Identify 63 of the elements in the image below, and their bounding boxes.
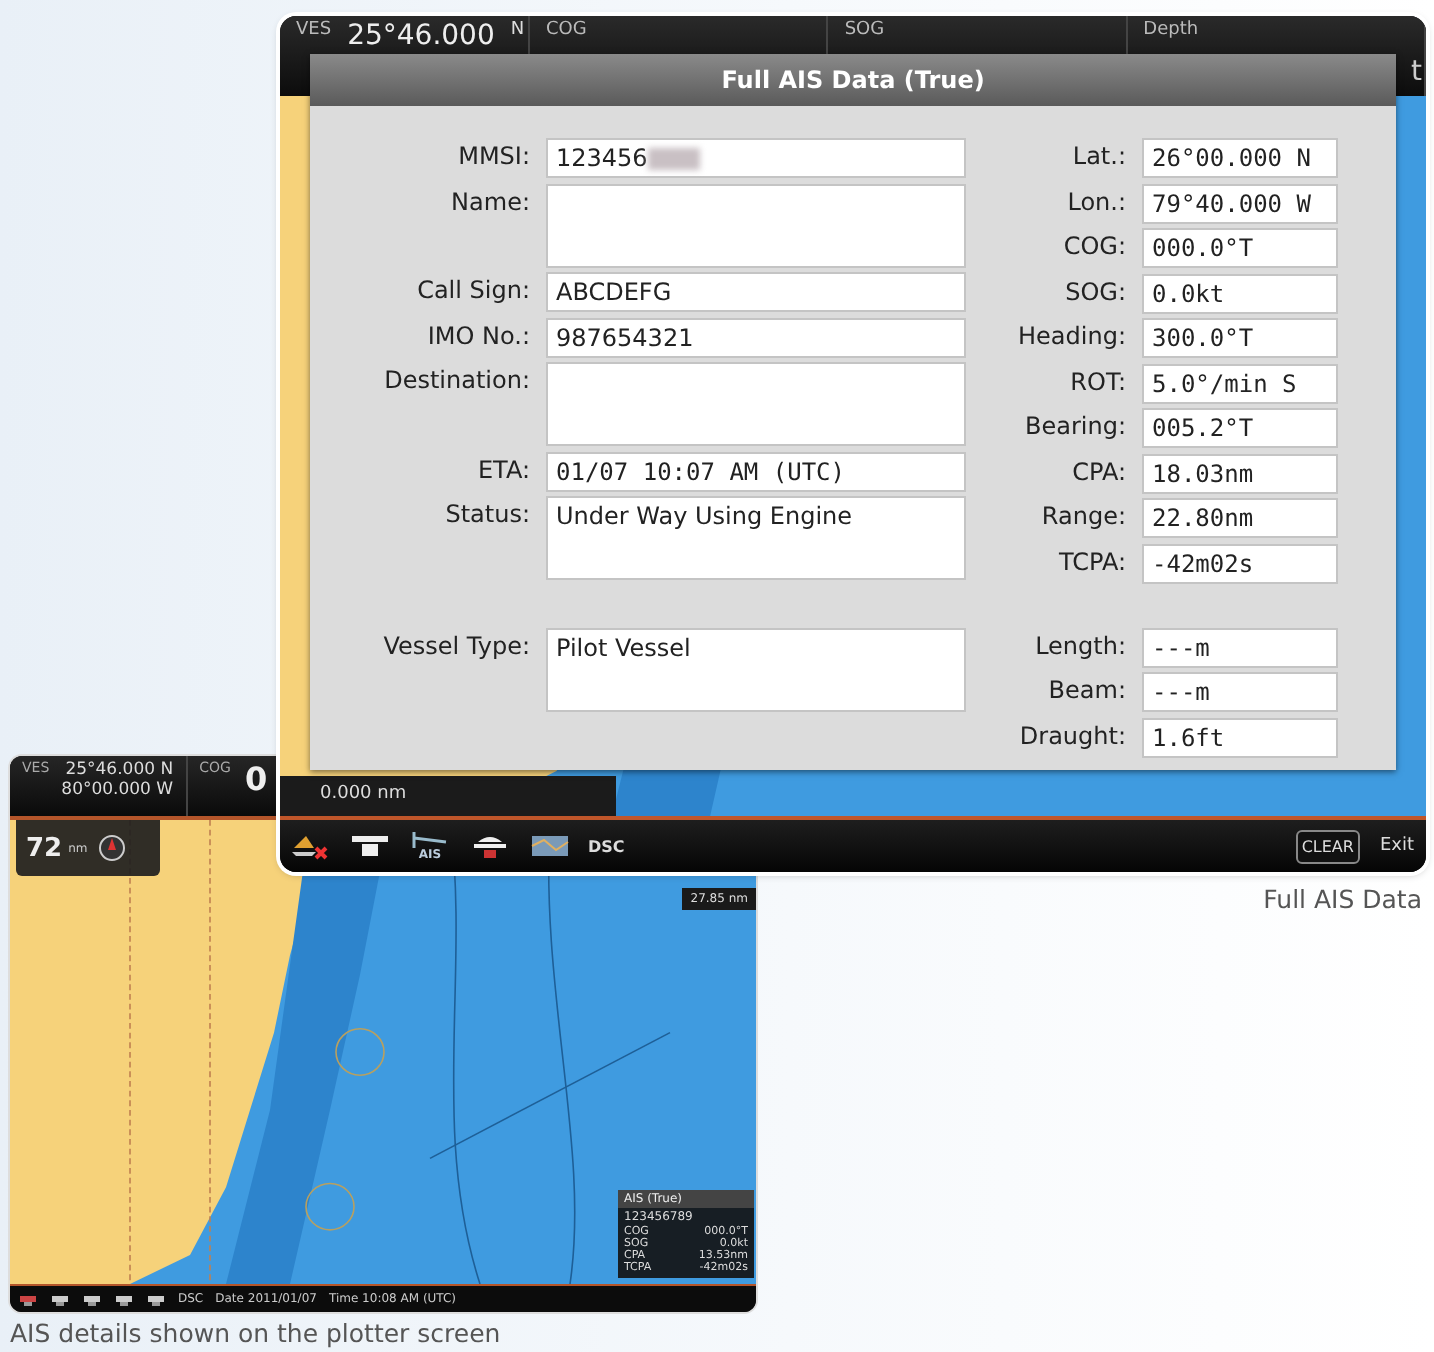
field-label: Lon.: xyxy=(1065,185,1126,219)
cut-off-text: t xyxy=(1411,56,1422,88)
field-label: ETA: xyxy=(475,453,530,487)
masked-digits xyxy=(647,148,700,170)
field-value: 987654321 xyxy=(546,317,966,357)
field-label: Range: xyxy=(1039,500,1126,534)
field-label: Bearing: xyxy=(1022,410,1126,444)
field-value: ---m xyxy=(1142,672,1338,712)
field-label: Destination: xyxy=(382,364,530,398)
field-label: Beam: xyxy=(1046,674,1126,708)
field-label: Status: xyxy=(443,498,530,532)
field-value: 22.80nm xyxy=(1142,498,1338,538)
exit-button[interactable]: Exit xyxy=(1375,836,1418,856)
field-label: SOG: xyxy=(1063,275,1126,309)
cog-value: 0 xyxy=(244,760,268,802)
data-label: VES xyxy=(296,20,332,40)
dsc-button[interactable]: DSC xyxy=(588,837,625,855)
data-label: Depth xyxy=(1143,20,1199,40)
compass-icon xyxy=(97,834,126,862)
figure-caption: AIS details shown on the plotter screen xyxy=(10,1318,501,1348)
longitude-value: 80°00.000 W xyxy=(61,780,174,800)
field-label: Lat.: xyxy=(1070,140,1126,174)
field-label: Draught: xyxy=(1017,719,1126,753)
clear-button[interactable]: CLEAR xyxy=(1295,829,1360,863)
field-label: COG: xyxy=(1061,230,1126,264)
field-label: CPA: xyxy=(1070,455,1126,489)
field-value: 005.2°T xyxy=(1142,408,1338,448)
field-value: 123456 xyxy=(546,138,966,178)
range-value: 72 xyxy=(26,833,63,863)
field-label: Vessel Type: xyxy=(381,629,530,663)
field-label: MMSI: xyxy=(456,140,530,174)
field-label: Name: xyxy=(449,185,530,219)
field-label: TCPA: xyxy=(1056,545,1126,579)
field-value: 1.6ft xyxy=(1142,717,1338,757)
field-label: IMO No.: xyxy=(425,319,530,353)
field-label: Length: xyxy=(1033,629,1126,663)
figure-caption: Full AIS Data xyxy=(1263,884,1422,914)
field-value: Pilot Vessel xyxy=(546,627,966,711)
tray-icon[interactable] xyxy=(348,830,392,862)
field-value: 79°40.000 W xyxy=(1142,183,1338,223)
data-value: 25°46.000 xyxy=(347,20,495,52)
field-value: 0.0kt xyxy=(1142,273,1338,313)
chart-icon[interactable] xyxy=(528,830,572,862)
field-value: 300.0°T xyxy=(1142,318,1338,358)
field-label: Call Sign: xyxy=(415,274,530,308)
field-value: ABCDEFG xyxy=(546,272,966,312)
field-value: Under Way Using Engine xyxy=(546,496,966,580)
latitude-value: 25°46.000 N xyxy=(65,760,174,780)
data-label: SOG xyxy=(844,20,885,40)
data-label: COG xyxy=(546,20,587,40)
field-value: ---m xyxy=(1142,627,1338,667)
field-label: ROT: xyxy=(1068,365,1126,399)
field-label: Heading: xyxy=(1016,320,1126,354)
field-value: -42m02s xyxy=(1142,543,1338,583)
dialog-title: Full AIS Data (True) xyxy=(310,54,1396,106)
field-value: 01/07 10:07 AM (UTC) xyxy=(546,451,966,491)
field-value: 5.0°/min S xyxy=(1142,363,1338,403)
antenna-icon[interactable] xyxy=(408,830,452,850)
range-readout: 0.000 nm xyxy=(280,776,616,816)
data-unit: N xyxy=(510,20,525,40)
field-value: 000.0°T xyxy=(1142,228,1338,268)
field-value: 26°00.000 N xyxy=(1142,138,1338,178)
field-value: 18.03nm xyxy=(1142,453,1338,493)
